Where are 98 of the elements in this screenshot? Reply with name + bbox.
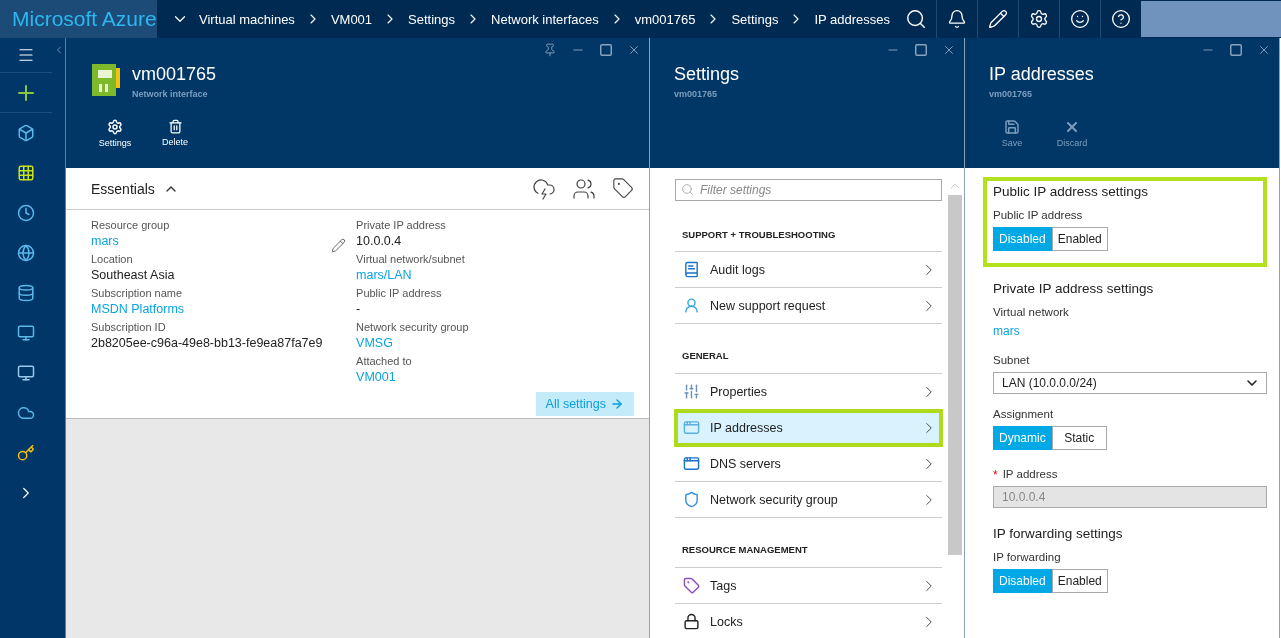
toggle-option[interactable]: Static <box>1051 426 1107 450</box>
blade-subtitle: vm001765 <box>674 89 719 99</box>
field-label: Assignment <box>993 408 1055 420</box>
tag-icon[interactable] <box>612 176 634 199</box>
clock-icon[interactable] <box>17 204 35 222</box>
field-value: 10.0.0.4 <box>356 233 403 250</box>
menu-item[interactable]: Network security group <box>675 482 942 518</box>
pin-icon[interactable] <box>543 43 557 57</box>
computer-icon[interactable] <box>17 364 35 382</box>
cloud-icon[interactable] <box>17 404 35 422</box>
gear-icon <box>107 119 123 135</box>
maximize-icon[interactable] <box>914 43 928 57</box>
arrow-right-icon <box>610 397 624 411</box>
field-label: Location <box>91 252 134 266</box>
section-heading: GENERAL <box>682 350 729 361</box>
field-label: Subscription ID <box>91 320 167 334</box>
lock-icon <box>683 613 700 630</box>
database-icon[interactable] <box>17 284 35 302</box>
help-icon[interactable] <box>1111 9 1131 29</box>
cube-icon[interactable] <box>17 124 35 142</box>
field-label: Subnet <box>993 354 1031 366</box>
trash-icon <box>167 119 183 134</box>
menu-item[interactable]: DNS servers <box>675 446 942 482</box>
breadcrumb-link[interactable]: vm001765 <box>634 11 696 27</box>
network-card-icon <box>92 64 120 96</box>
shield-icon <box>683 491 700 508</box>
search-icon[interactable] <box>904 8 927 30</box>
field-label: Virtual network <box>993 306 1070 318</box>
maximize-icon[interactable] <box>1229 43 1243 57</box>
key-icon[interactable] <box>17 444 35 462</box>
breadcrumb-link[interactable]: VM001 <box>330 11 373 27</box>
field-value: 2b8205ee-c96a-49e8-bb13-fe9ea87fa7e9 <box>91 335 324 352</box>
brand-logo[interactable]: Microsoft Azure <box>0 0 157 38</box>
save-icon <box>1004 119 1020 135</box>
globe-icon[interactable] <box>17 244 35 262</box>
required-marker: * <box>993 468 998 482</box>
breadcrumb-link[interactable]: Virtual machines <box>199 11 295 27</box>
section-title: Private IP address settings <box>993 281 1155 296</box>
field-label: Public IP address <box>356 286 443 300</box>
support-person-icon <box>683 297 700 314</box>
menu-icon[interactable] <box>17 46 35 64</box>
close-icon[interactable] <box>942 43 956 57</box>
field-label: Resource group <box>91 218 171 232</box>
field-label: Private IP address <box>356 218 447 232</box>
breadcrumb-link[interactable]: IP addresses <box>814 11 891 27</box>
maximize-icon[interactable] <box>599 43 613 57</box>
field-label: Network security group <box>356 320 470 334</box>
search-icon <box>681 183 694 196</box>
field-label: Public IP address <box>993 209 1084 221</box>
filter-field[interactable]: Filter settings <box>675 179 942 201</box>
dns-window-icon <box>683 455 700 472</box>
monitor-icon[interactable] <box>17 324 35 342</box>
command-button[interactable]: Delete <box>152 119 198 148</box>
breadcrumb-link[interactable]: Network interfaces <box>491 11 599 27</box>
menu-item[interactable]: Locks <box>675 604 942 638</box>
pencil-icon[interactable] <box>988 9 1008 29</box>
discard-icon <box>1064 119 1080 135</box>
edit-icon[interactable] <box>331 238 347 253</box>
command-button[interactable]: Settings <box>92 119 138 148</box>
field-label: Subscription name <box>91 286 184 300</box>
section-title: Public IP address settings <box>993 184 1150 199</box>
field-label: Virtual network/subnet <box>356 252 466 266</box>
essentials-heading[interactable]: Essentials <box>91 180 155 197</box>
toggle-option[interactable]: Enabled <box>1051 569 1108 593</box>
menu-item[interactable]: IP addresses <box>675 410 942 446</box>
section-heading: RESOURCE MANAGEMENT <box>682 544 808 555</box>
grid-icon[interactable] <box>17 164 35 182</box>
tag-icon <box>683 577 700 594</box>
blade-title: vm001765 <box>132 64 217 85</box>
close-icon[interactable] <box>1257 43 1271 57</box>
blade-title: Settings <box>674 64 741 85</box>
blade-subtitle: Network interface <box>132 89 209 99</box>
breadcrumb-link[interactable]: Settings <box>408 11 456 27</box>
field-label: Attached to <box>356 354 413 368</box>
book-icon <box>683 261 700 278</box>
smiley-icon[interactable] <box>1070 9 1090 29</box>
blade-title: IP addresses <box>989 64 1095 85</box>
sliders-icon <box>683 383 700 400</box>
subnet-dropdown[interactable]: LAN (10.0.0.0/24) <box>993 372 1267 394</box>
breadcrumb-link[interactable]: Settings <box>731 11 779 27</box>
section-title: IP forwarding settings <box>993 526 1124 541</box>
field-value: Southeast Asia <box>91 267 176 284</box>
toggle-option[interactable]: Enabled <box>1051 227 1108 251</box>
blade-subtitle: vm001765 <box>989 89 1034 99</box>
users-icon[interactable] <box>572 176 596 201</box>
menu-item[interactable]: Audit logs <box>675 252 942 288</box>
section-heading: SUPPORT + TROUBLESHOOTING <box>682 229 836 240</box>
ip-window-icon <box>683 419 700 436</box>
settings-icon[interactable] <box>1029 9 1049 29</box>
close-icon[interactable] <box>627 43 641 57</box>
field-value: - <box>356 301 362 318</box>
scrollbar-thumb[interactable] <box>948 195 962 555</box>
field-label: IP forwarding <box>993 551 1062 563</box>
field-label: IP address <box>1002 468 1058 480</box>
menu-item[interactable]: Tags <box>675 568 942 604</box>
cloud-lightning-icon[interactable] <box>532 176 556 201</box>
bell-icon[interactable] <box>947 9 967 29</box>
menu-item[interactable]: New support request <box>675 288 942 324</box>
